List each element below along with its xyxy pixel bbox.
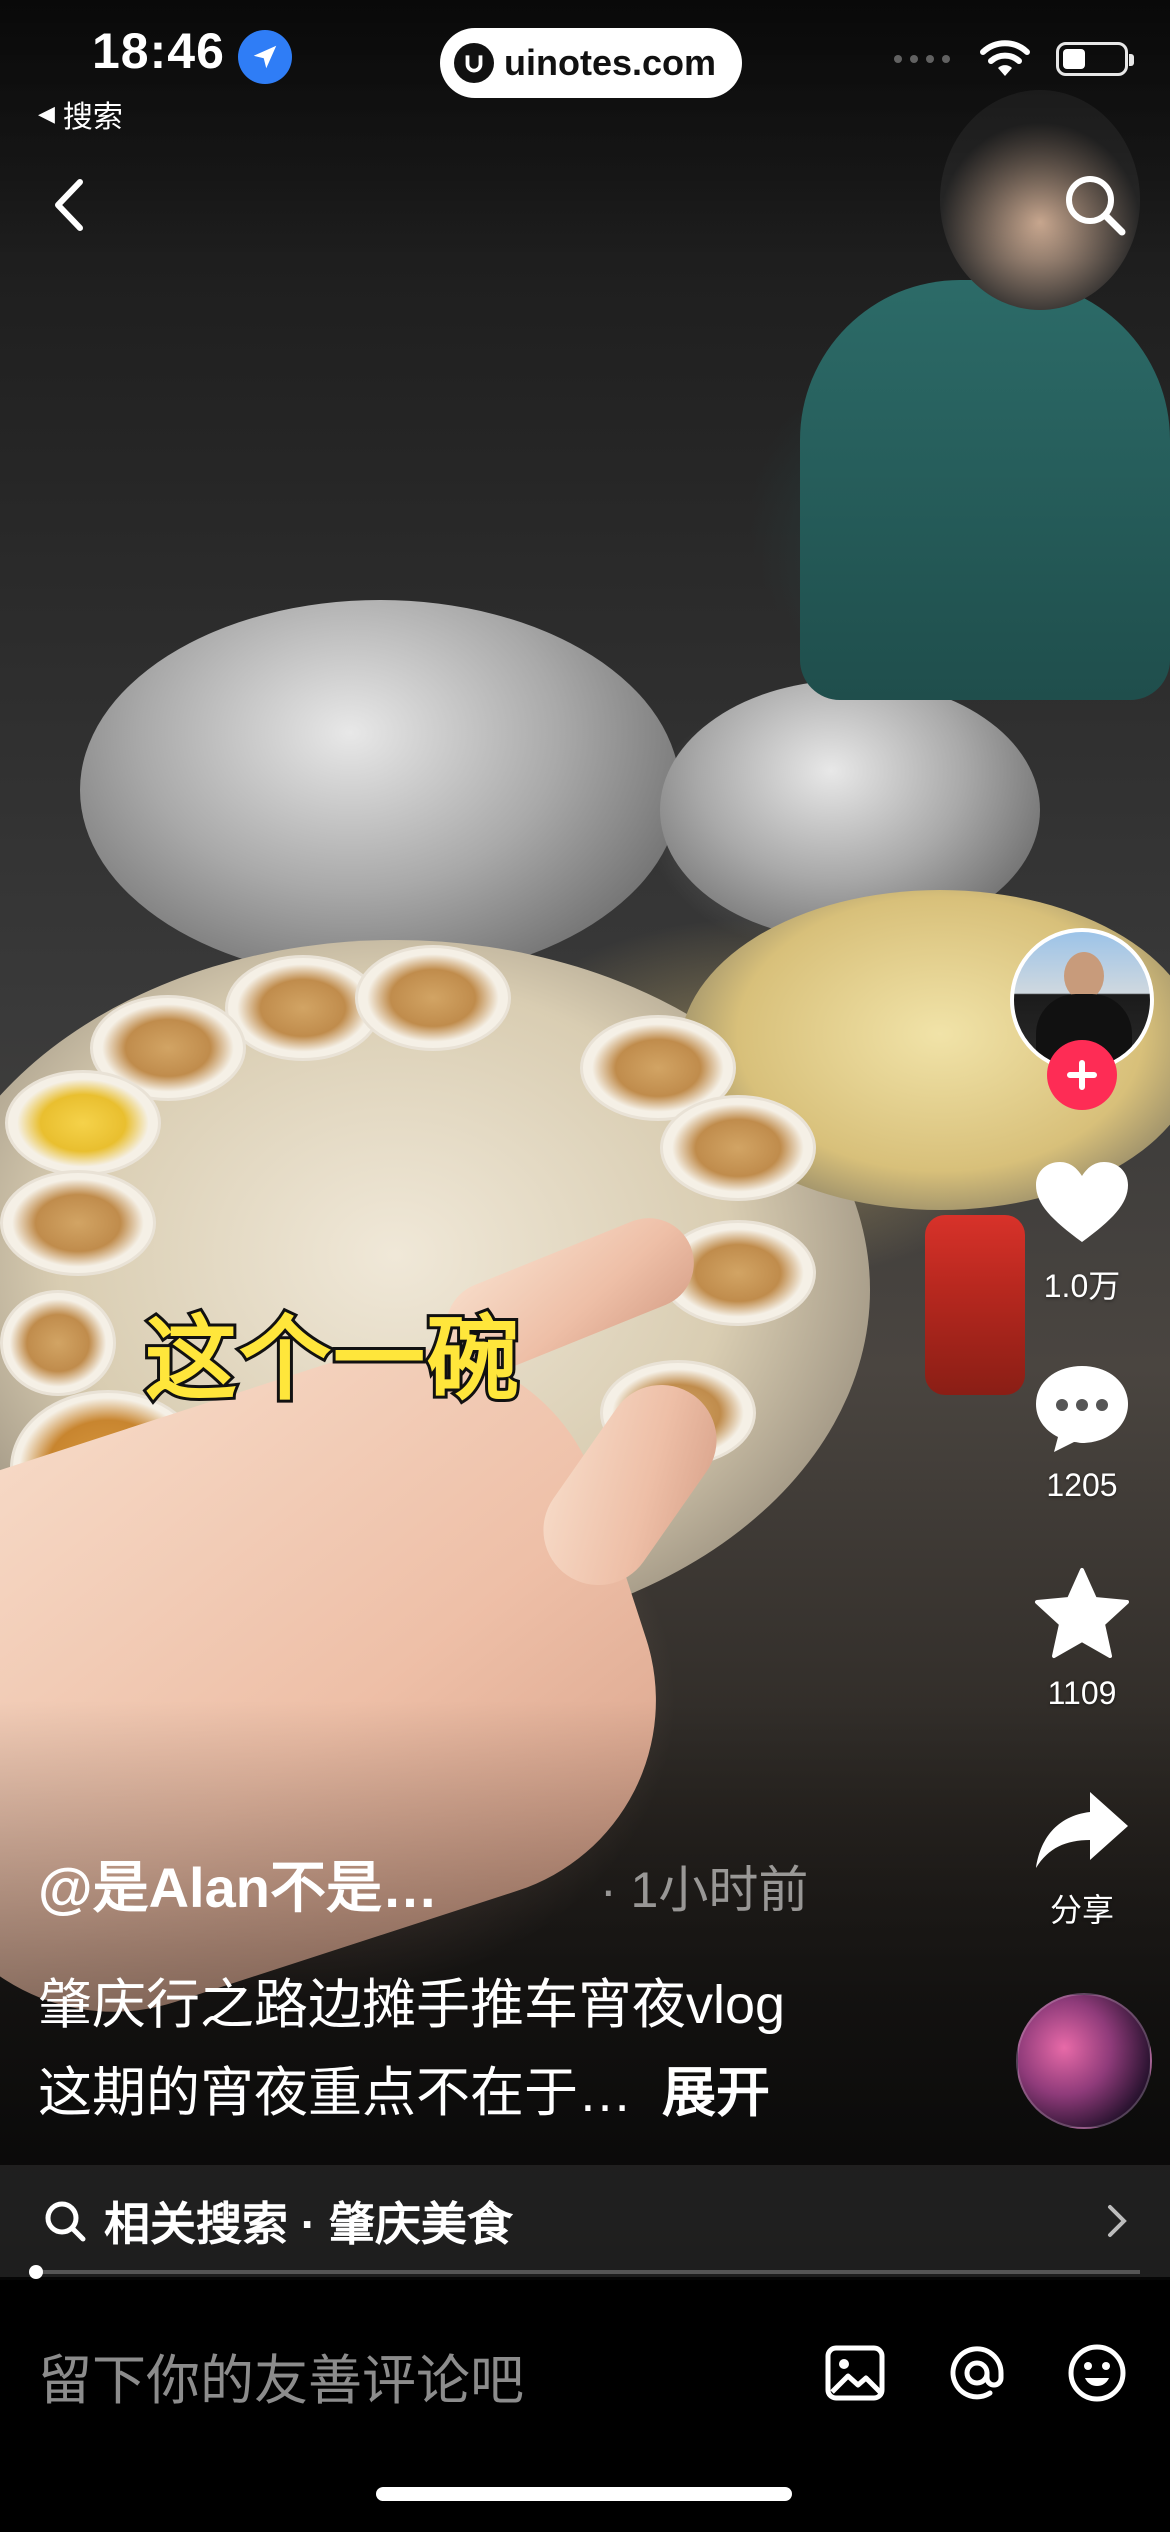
watermark-badge: uinotes.com <box>440 28 743 98</box>
back-triangle-icon: ◀ <box>38 101 55 126</box>
favorite-count: 1109 <box>1047 1675 1117 1711</box>
video-dish <box>0 1170 156 1276</box>
signal-icon <box>894 55 950 63</box>
video-vendor <box>800 280 1170 700</box>
expand-button[interactable]: 展开 <box>662 2063 770 2123</box>
status-indicators <box>892 40 1134 78</box>
favorite-action[interactable]: 1109 <box>1012 1566 1152 1712</box>
chevron-left-icon <box>55 179 83 231</box>
follow-button[interactable] <box>1047 1040 1117 1110</box>
author-name[interactable]: @是Alan不是… <box>38 1843 438 1924</box>
music-disc[interactable] <box>1016 1993 1152 2129</box>
description-text: 这期的宵夜重点不在于… <box>38 2063 632 2123</box>
share-action[interactable]: 分享 <box>1012 1788 1152 1931</box>
watermark-logo-icon <box>454 43 494 83</box>
image-icon[interactable] <box>820 2338 890 2408</box>
post-time: · 1小时前 <box>600 1862 809 1918</box>
related-search-label: 相关搜索 · 肇庆美食 <box>104 2198 513 2250</box>
search-icon <box>45 2201 86 2242</box>
description-line-2: 这期的宵夜重点不在于… 展开 <box>38 2048 770 2127</box>
video-steamer-left <box>80 600 680 980</box>
related-search-bar[interactable]: 相关搜索 · 肇庆美食 <box>0 2165 1170 2277</box>
wifi-icon <box>980 40 1030 76</box>
battery-icon <box>1056 42 1134 76</box>
comment-input[interactable]: 留下你的友善评论吧 <box>38 2336 524 2415</box>
like-count: 1.0万 <box>1043 1268 1121 1304</box>
back-to-app-link[interactable]: ◀ 搜索 <box>38 92 123 136</box>
comment-bubble-icon[interactable] <box>1032 1362 1132 1454</box>
status-time: 18:46 <box>92 23 225 79</box>
comment-count: 1205 <box>1046 1467 1118 1503</box>
playback-progress[interactable] <box>28 2265 1140 2279</box>
video-dish <box>355 945 511 1051</box>
video-overlay-caption: 这个一碗 <box>142 1303 522 1416</box>
comment-action[interactable]: 1205 <box>1012 1362 1152 1504</box>
description-line-1: 肇庆行之路边摊手推车宵夜vlog <box>38 1975 786 2035</box>
location-arrow-icon <box>238 30 292 84</box>
star-icon[interactable] <box>1032 1566 1132 1662</box>
video-dish <box>5 1070 161 1176</box>
emoji-icon[interactable] <box>1062 2338 1132 2408</box>
video-dish <box>660 1095 816 1201</box>
share-label: 分享 <box>1049 1892 1114 1928</box>
plus-icon <box>1067 1060 1097 1090</box>
like-action[interactable]: 1.0万 <box>1012 1158 1152 1307</box>
video-player[interactable] <box>0 0 1170 2280</box>
at-icon[interactable] <box>942 2338 1012 2408</box>
watermark-text: uinotes.com <box>504 42 717 83</box>
home-indicator[interactable] <box>376 2487 792 2501</box>
share-arrow-icon[interactable] <box>1032 1788 1132 1872</box>
video-sauce-jar <box>925 1215 1025 1395</box>
heart-icon[interactable] <box>1032 1158 1132 1248</box>
chevron-right-icon <box>1108 2205 1127 2237</box>
avatar-head <box>1064 952 1104 1000</box>
playback-progress-handle[interactable] <box>28 2265 43 2279</box>
search-button[interactable] <box>1060 170 1130 240</box>
back-app-label: 搜索 <box>62 101 123 134</box>
search-icon <box>1066 176 1126 236</box>
back-button[interactable] <box>40 170 100 240</box>
video-dish <box>0 1290 116 1396</box>
